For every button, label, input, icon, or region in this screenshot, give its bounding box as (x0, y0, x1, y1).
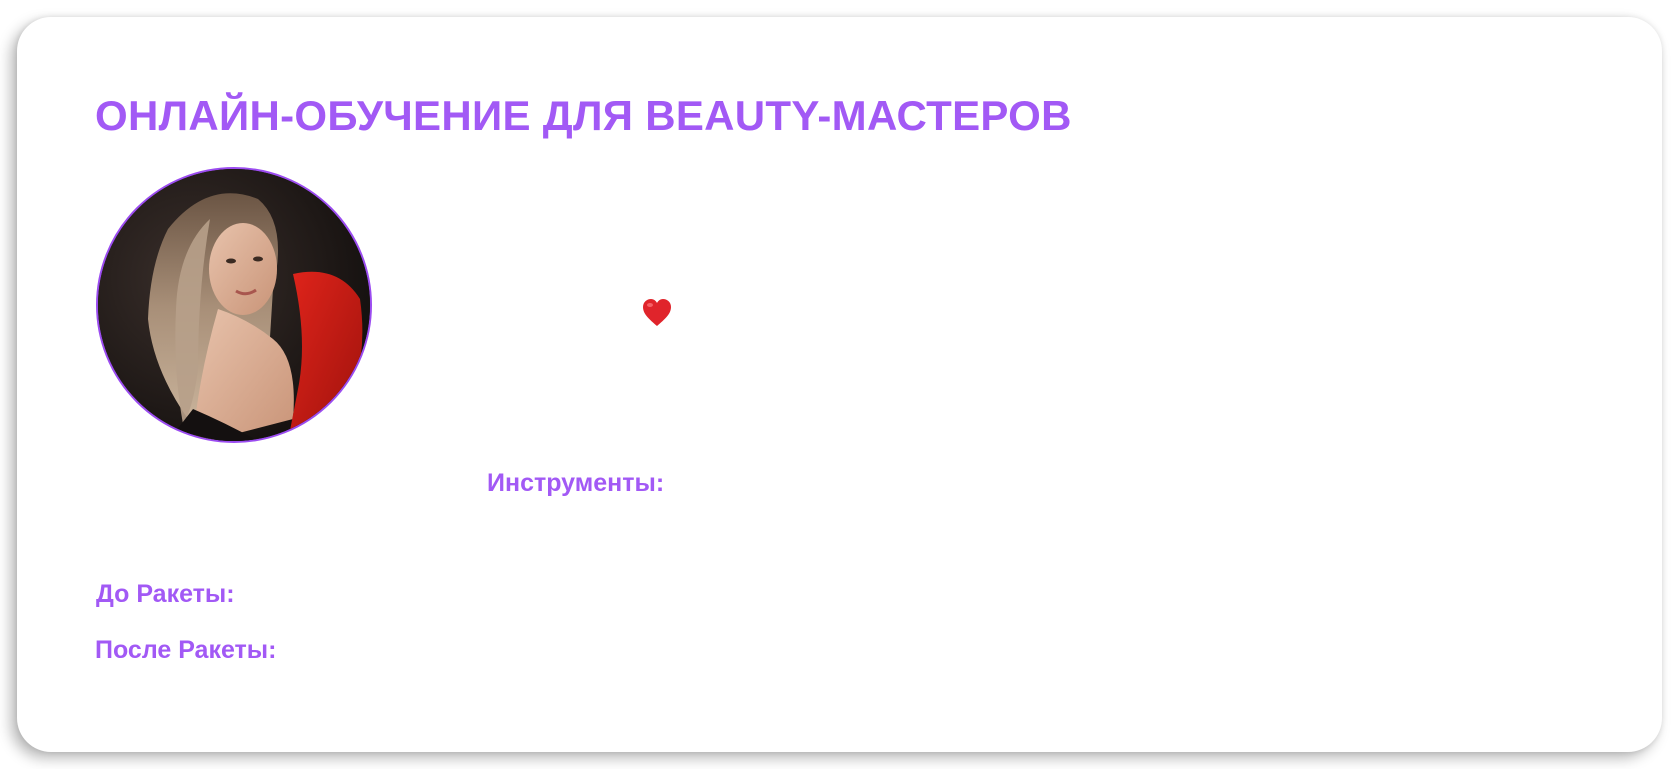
portrait-photo (98, 169, 370, 441)
avatar (96, 167, 372, 443)
red-heart-icon (641, 297, 673, 329)
page-title: ОНЛАЙН-ОБУЧЕНИЕ ДЛЯ BEAUTY-МАСТЕРОВ (95, 92, 1072, 139)
tools-label: Инструменты: (487, 469, 665, 497)
after-rocket-label: После Ракеты: (95, 636, 277, 664)
before-rocket-label: До Ракеты: (96, 580, 235, 608)
